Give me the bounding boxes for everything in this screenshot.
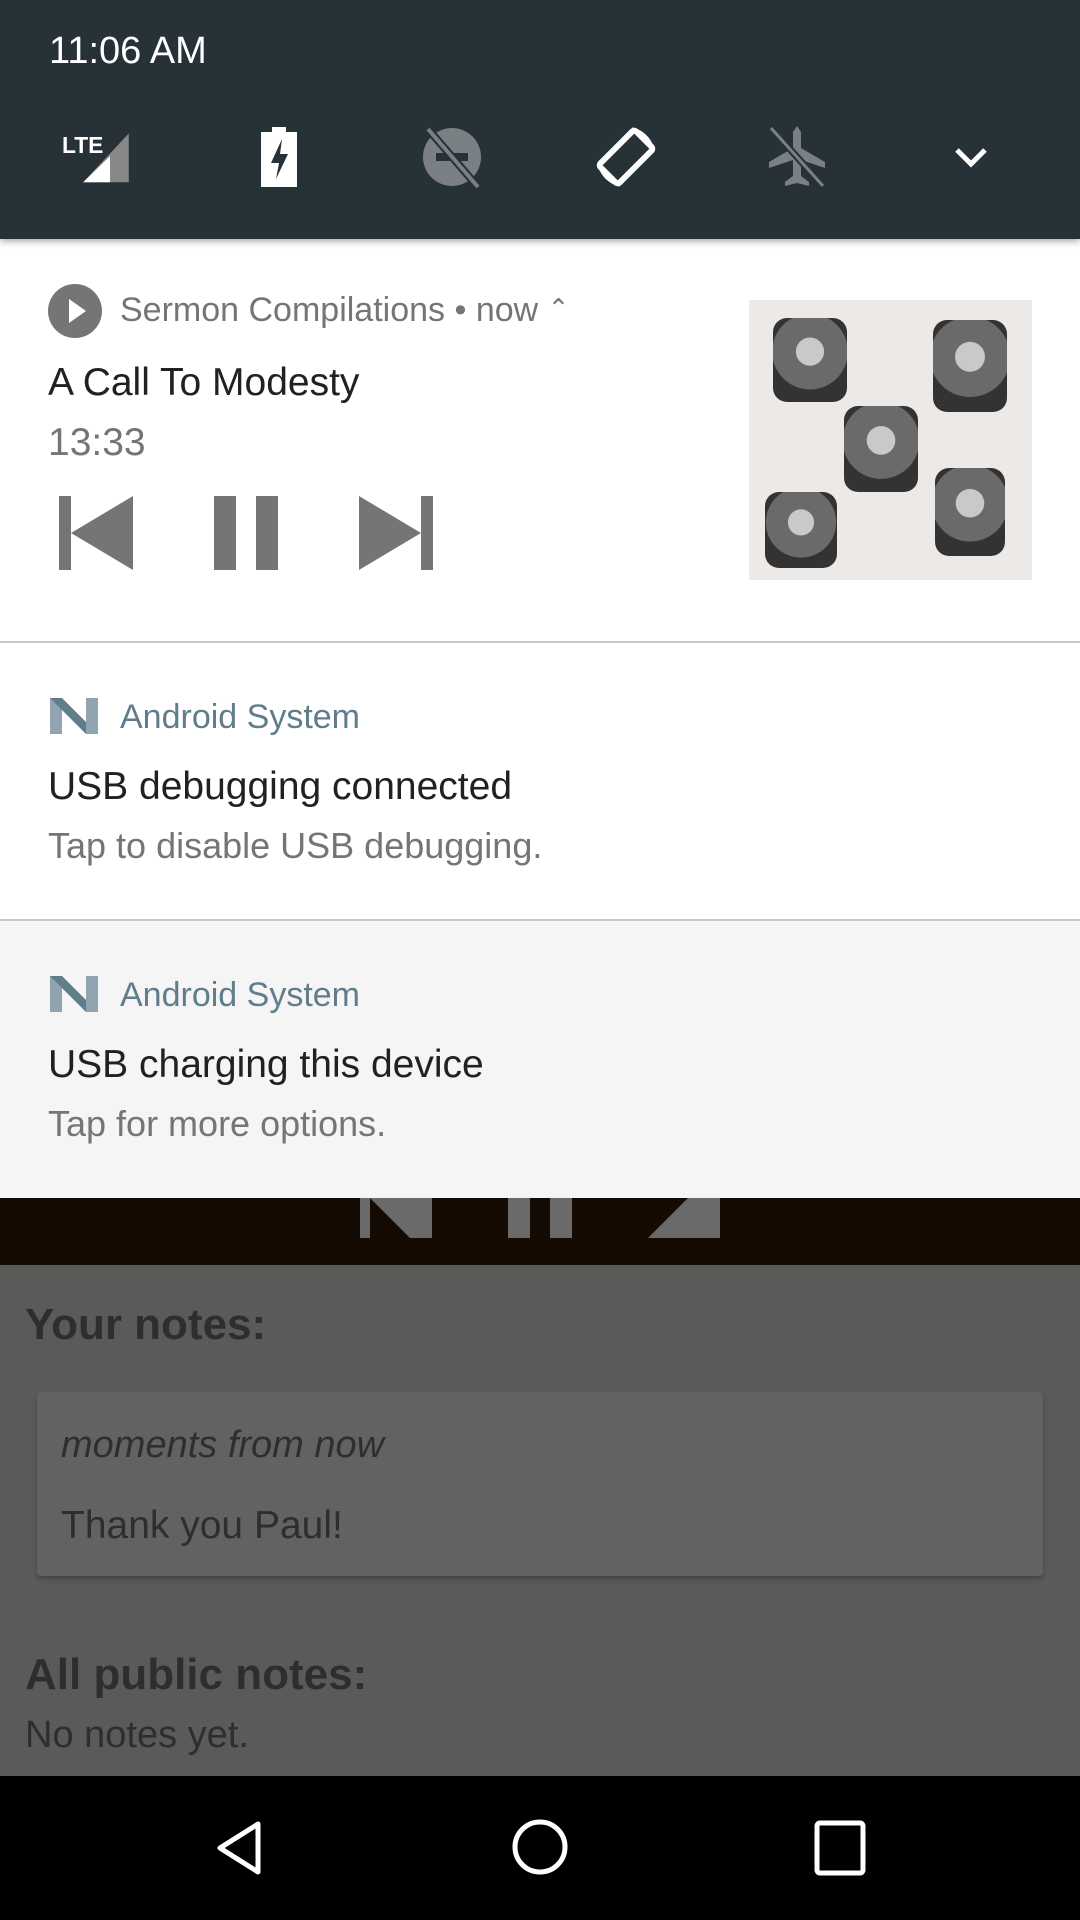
play-circle-icon [48, 284, 102, 338]
notification-title: USB debugging connected [48, 765, 513, 808]
background-app-dimmed: Your notes: moments from now Thank you P… [0, 1265, 1080, 1776]
previous-track-icon [360, 1198, 432, 1238]
notification-usb-debugging[interactable]: Android System USB debugging connected T… [0, 643, 1080, 920]
navigation-bar [0, 1776, 1080, 1920]
next-track-icon[interactable] [359, 496, 433, 570]
airplane-mode-off-icon[interactable] [762, 122, 832, 192]
app-name: Android System [120, 698, 360, 736]
notification-usb-charging[interactable]: Android System USB charging this device … [0, 921, 1080, 1198]
timestamp: now [475, 291, 539, 329]
app-name: Android System [120, 976, 360, 1014]
previous-track-icon[interactable] [59, 496, 133, 570]
media-notification-header: Sermon Compilations • now ⌃ [120, 291, 569, 330]
back-icon[interactable] [214, 1820, 264, 1876]
clock: 11:06 AM [49, 30, 207, 72]
background-player-bar [0, 1198, 1080, 1265]
public-notes-heading: All public notes: [25, 1650, 368, 1699]
media-notification[interactable]: Sermon Compilations • now ⌃ A Call To Mo… [0, 239, 1080, 642]
do-not-disturb-off-icon[interactable] [417, 122, 487, 192]
no-notes-text: No notes yet. [25, 1714, 249, 1756]
separator: • [454, 291, 467, 329]
expand-chevron-icon[interactable] [936, 122, 1006, 192]
pause-icon[interactable] [214, 496, 278, 570]
notification-text: Tap for more options. [48, 1103, 387, 1144]
recents-icon[interactable] [814, 1820, 866, 1876]
notification-text: Tap to disable USB debugging. [48, 825, 543, 866]
next-track-icon [648, 1198, 720, 1238]
track-title: A Call To Modesty [48, 361, 360, 404]
note-time: moments from now [61, 1424, 385, 1466]
android-n-icon [50, 698, 98, 734]
home-icon[interactable] [510, 1817, 570, 1877]
collapse-chevron-icon[interactable]: ⌃ [548, 293, 570, 323]
quick-settings-header: 11:06 AM LTE [0, 0, 1080, 239]
app-name: Sermon Compilations [120, 291, 446, 329]
your-notes-heading: Your notes: [25, 1300, 267, 1349]
lte-signal-icon[interactable]: LTE [62, 122, 132, 192]
pause-icon [508, 1198, 572, 1238]
album-art [749, 300, 1032, 580]
svg-text:LTE: LTE [62, 132, 103, 158]
battery-charging-icon[interactable] [244, 122, 314, 192]
notification-title: USB charging this device [48, 1043, 484, 1086]
android-n-icon [50, 976, 98, 1012]
note-text: Thank you Paul! [61, 1504, 343, 1547]
track-duration: 13:33 [48, 421, 146, 464]
auto-rotate-icon[interactable] [591, 122, 661, 192]
note-card[interactable]: moments from now Thank you Paul! [37, 1392, 1043, 1576]
